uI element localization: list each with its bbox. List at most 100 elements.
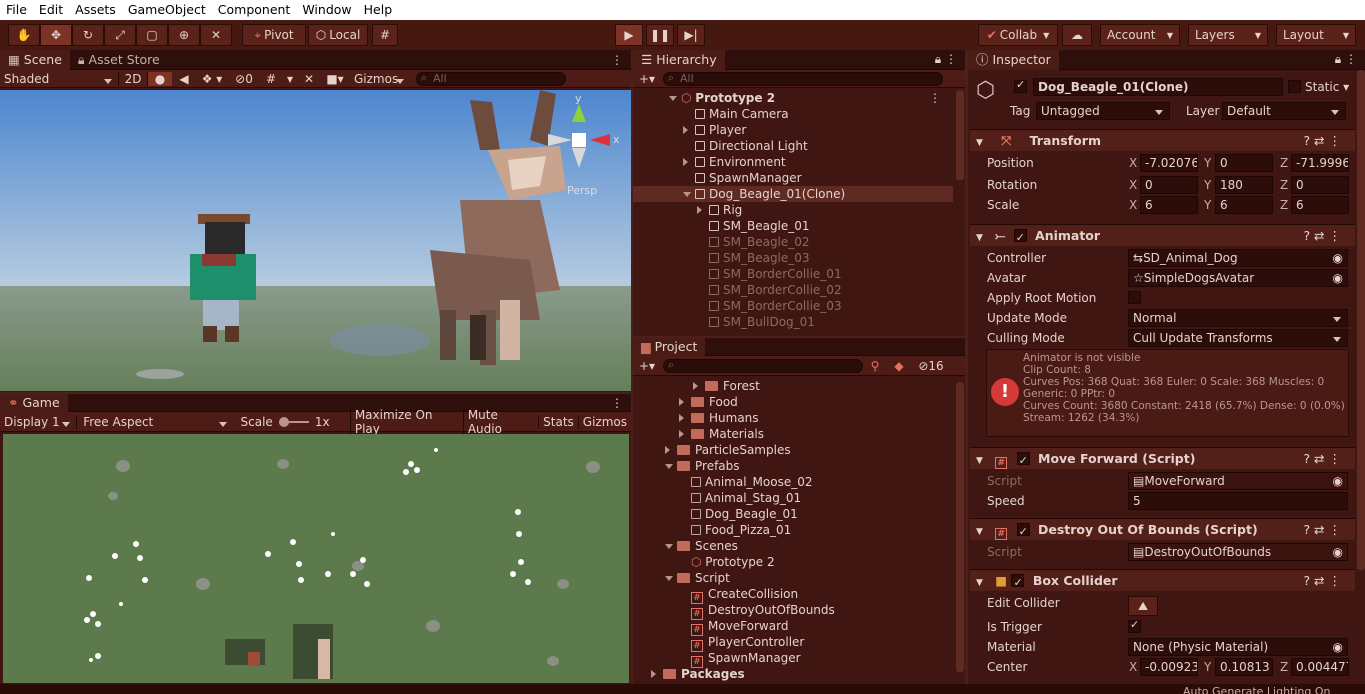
- account-dropdown[interactable]: Account ▼: [1100, 24, 1180, 46]
- project-item[interactable]: Food_Pizza_01: [633, 522, 953, 538]
- hierarchy-item[interactable]: Dog_Beagle_01(Clone): [633, 186, 953, 202]
- destroy-enabled-checkbox[interactable]: [1016, 521, 1030, 543]
- hierarchy-item[interactable]: SM_BorderCollie_03: [633, 298, 953, 314]
- object-picker-icon[interactable]: ◉: [1333, 270, 1343, 286]
- panel-menu-icon[interactable]: ⋮: [611, 53, 631, 67]
- hierarchy-item[interactable]: SM_BullDog_01: [633, 314, 953, 330]
- pivot-toggle[interactable]: ⌖ Pivot: [242, 24, 306, 46]
- hierarchy-item[interactable]: SM_Beagle_03: [633, 250, 953, 266]
- menu-item-edit[interactable]: Edit: [33, 0, 69, 20]
- move-tool-button[interactable]: ✥: [40, 24, 72, 46]
- project-search-input[interactable]: ⌕: [663, 358, 863, 373]
- expand-open-icon[interactable]: [683, 186, 695, 202]
- rotation-z-field[interactable]: 0: [1291, 176, 1349, 194]
- hierarchy-item[interactable]: Main Camera: [633, 106, 953, 122]
- expand-closed-icon[interactable]: [651, 666, 663, 682]
- hierarchy-scrollbar[interactable]: [956, 90, 964, 180]
- move-forward-header[interactable]: ▼ # Move Forward (Script) ? ⇄ ⋮: [970, 447, 1355, 472]
- center-z-field[interactable]: 0.004477: [1291, 658, 1349, 676]
- project-item[interactable]: # CreateCollision: [633, 586, 953, 604]
- hierarchy-item[interactable]: Environment: [633, 154, 953, 170]
- project-item[interactable]: ⬡ Prototype 2: [633, 554, 953, 570]
- hand-tool-button[interactable]: ✋: [8, 24, 40, 46]
- hierarchy-search-input[interactable]: ⌕ All: [663, 71, 943, 86]
- expand-closed-icon[interactable]: [679, 394, 691, 410]
- project-item[interactable]: Animal_Stag_01: [633, 490, 953, 506]
- center-x-field[interactable]: -0.009236: [1140, 658, 1198, 676]
- local-toggle[interactable]: ⬡ Local: [308, 24, 368, 46]
- scale-x-field[interactable]: 6: [1140, 196, 1198, 214]
- lighting-toggle[interactable]: ●: [148, 71, 172, 86]
- expand-closed-icon[interactable]: [697, 202, 709, 218]
- menu-item-component[interactable]: Component: [212, 0, 297, 20]
- project-item[interactable]: # DestroyOutOfBounds: [633, 602, 953, 620]
- is-trigger-checkbox[interactable]: [1128, 618, 1141, 634]
- tab-hierarchy[interactable]: ☰ Hierarchy: [633, 50, 725, 70]
- persp-label[interactable]: Persp: [567, 184, 597, 197]
- pause-button[interactable]: ❚❚: [646, 24, 674, 46]
- expand-open-icon[interactable]: [669, 90, 681, 106]
- hierarchy-item[interactable]: Player: [633, 122, 953, 138]
- scene-search-input[interactable]: ⌕ All: [416, 71, 566, 86]
- component-menu-icons[interactable]: ? ⇄ ⋮: [1303, 448, 1341, 470]
- scale-y-field[interactable]: 6: [1215, 196, 1273, 214]
- project-item[interactable]: Forest: [633, 378, 953, 394]
- tab-inspector[interactable]: ⓘ Inspector: [968, 50, 1059, 70]
- object-picker-icon[interactable]: ◉: [1333, 639, 1343, 655]
- transform-header[interactable]: ▼ ⤧ Transform ? ⇄ ⋮: [970, 129, 1355, 151]
- menu-item-help[interactable]: Help: [358, 0, 399, 20]
- project-item[interactable]: Materials: [633, 426, 953, 442]
- component-menu-icons[interactable]: ? ⇄ ⋮: [1303, 225, 1341, 247]
- component-menu-icons[interactable]: ? ⇄ ⋮: [1303, 570, 1341, 592]
- display-dropdown[interactable]: Display 1: [0, 415, 76, 429]
- update-mode-dropdown[interactable]: Normal: [1128, 309, 1348, 327]
- expand-open-icon[interactable]: [665, 458, 677, 474]
- panel-menu-icon[interactable]: 🔒︎ ⋮: [1335, 52, 1365, 67]
- layer-dropdown[interactable]: Default: [1222, 102, 1346, 120]
- scene-menu-icon[interactable]: ⋮: [929, 90, 941, 106]
- play-button[interactable]: ▶: [615, 24, 643, 46]
- position-z-field[interactable]: -71.9996: [1291, 154, 1349, 172]
- expand-closed-icon[interactable]: [683, 122, 695, 138]
- scale-z-field[interactable]: 6: [1291, 196, 1349, 214]
- project-item[interactable]: ParticleSamples: [633, 442, 953, 458]
- tab-scene[interactable]: ▦ Scene: [0, 49, 70, 70]
- position-x-field[interactable]: -7.02076: [1140, 154, 1198, 172]
- expand-closed-icon[interactable]: [665, 442, 677, 458]
- hierarchy-item[interactable]: Directional Light: [633, 138, 953, 154]
- hierarchy-item[interactable]: SM_Beagle_01: [633, 218, 953, 234]
- hierarchy-item[interactable]: SM_BorderCollie_01: [633, 266, 953, 282]
- create-dropdown[interactable]: +▾: [633, 72, 663, 86]
- project-item[interactable]: Scenes: [633, 538, 953, 554]
- tab-project[interactable]: ▆ Project: [633, 338, 706, 356]
- hierarchy-item[interactable]: SM_BorderCollie_02: [633, 282, 953, 298]
- grid-dropdown[interactable]: ▾: [282, 72, 298, 86]
- transform-tool-button[interactable]: ⊕: [168, 24, 200, 46]
- panel-menu-icon[interactable]: 🔒︎ ⋮: [935, 52, 965, 67]
- layers-dropdown[interactable]: Layers ▼: [1188, 24, 1268, 46]
- hierarchy-item[interactable]: SpawnManager: [633, 170, 953, 186]
- project-create-dropdown[interactable]: +▾: [633, 359, 663, 373]
- layout-dropdown[interactable]: Layout ▼: [1276, 24, 1356, 46]
- expand-open-icon[interactable]: [665, 570, 677, 586]
- speed-field[interactable]: 5: [1128, 492, 1348, 510]
- toggle-2d-button[interactable]: 2D: [118, 71, 148, 86]
- controller-field[interactable]: ⇆SD_Animal_Dog ◉: [1128, 249, 1348, 267]
- material-field[interactable]: None (Physic Material) ◉: [1128, 638, 1348, 656]
- hidden-packages-toggle[interactable]: ⊘16: [911, 359, 951, 373]
- rotate-tool-button[interactable]: ↻: [72, 24, 104, 46]
- filter-type-button[interactable]: ⚲: [863, 359, 887, 373]
- project-item[interactable]: # MoveForward: [633, 618, 953, 636]
- project-item[interactable]: Packages: [633, 666, 953, 682]
- hierarchy-item[interactable]: Rig: [633, 202, 953, 218]
- animator-enabled-checkbox[interactable]: [1013, 227, 1027, 249]
- project-scrollbar[interactable]: [956, 382, 964, 672]
- cloud-button[interactable]: ☁: [1062, 24, 1092, 46]
- step-button[interactable]: ▶|: [677, 24, 705, 46]
- mute-audio-toggle[interactable]: Mute Audio: [462, 407, 538, 436]
- tag-dropdown[interactable]: Untagged: [1036, 102, 1170, 120]
- scale-tool-button[interactable]: ⤢: [104, 24, 136, 46]
- custom-tool-button[interactable]: ✕: [200, 24, 232, 46]
- aspect-dropdown[interactable]: Free Aspect: [76, 414, 232, 429]
- static-checkbox[interactable]: [1288, 80, 1301, 94]
